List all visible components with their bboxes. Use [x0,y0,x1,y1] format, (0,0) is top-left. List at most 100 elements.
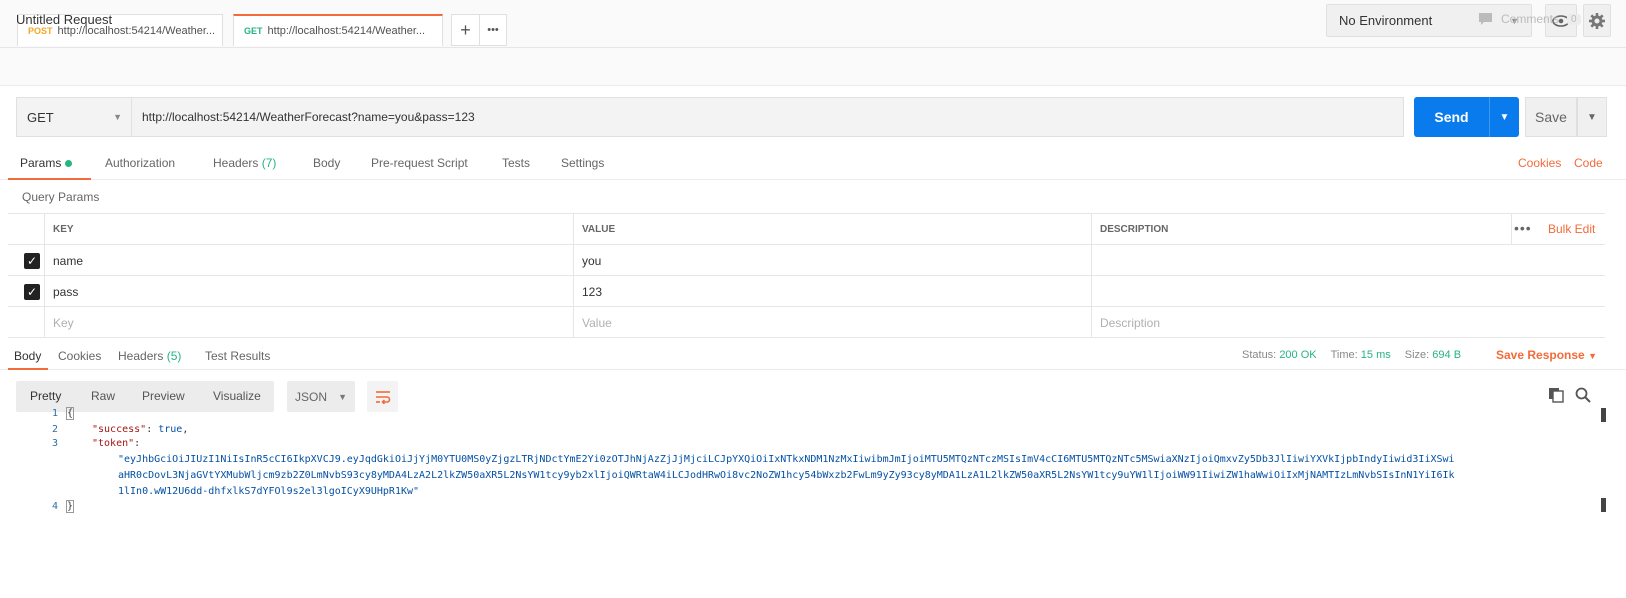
active-tab-indicator [8,368,48,370]
param-key-input[interactable]: name [44,245,573,276]
scrollbar[interactable] [1601,408,1607,580]
view-visualize-button[interactable]: Visualize [213,389,261,403]
table-header-row: KEY VALUE DESCRIPTION [8,214,1605,245]
search-icon[interactable] [1575,387,1591,403]
json-value: "eyJhbGciOiJIUzI1NiIsInR5cCI6IkpXVCJ9.ey… [118,454,1455,465]
scroll-marker [1601,498,1606,512]
tab-tests[interactable]: Tests [502,156,530,170]
wrap-icon [375,390,390,404]
param-value-input[interactable]: you [573,245,1091,276]
plus-icon: + [460,19,471,40]
response-body-code: 1 { 2 "success": true, 3 "token": "eyJhb… [16,407,1596,590]
more-icon[interactable]: ••• [1514,220,1532,236]
json-value: aHR0cDovL3NjaGVtYXMubWljcm9zb2Z0LmNvbS93… [118,470,1455,481]
format-select[interactable]: JSON ▼ [287,381,355,412]
manage-environments-button[interactable] [1583,4,1611,37]
tab-response-body[interactable]: Body [14,349,41,363]
code-link[interactable]: Code [1574,156,1603,170]
view-raw-button[interactable]: Raw [91,389,115,403]
chevron-down-icon: ▼ [1588,351,1597,361]
more-icon: ••• [487,24,499,36]
save-response-button[interactable]: Save Response ▼ [1496,348,1597,362]
response-meta: Status: 200 OK Time: 15 ms Size: 694 B [1242,349,1461,361]
comments-button[interactable]: Comments 0 [1478,12,1581,26]
column-header-description: DESCRIPTION [1091,214,1511,245]
param-description-input[interactable] [1091,245,1605,276]
method-label: GET [244,26,263,36]
cookies-link[interactable]: Cookies [1518,156,1561,170]
url-value: http://localhost:54214/WeatherForecast?n… [142,110,475,124]
chevron-down-icon: ▼ [1587,111,1597,123]
request-title[interactable]: Untitled Request [16,12,112,27]
code-line: "token": [92,438,141,449]
status-value: 200 OK [1279,349,1317,361]
tab-response-headers[interactable]: Headers (5) [118,349,181,363]
param-key-input[interactable]: Key [44,307,573,338]
json-key: "success" [92,424,147,435]
size-info: Size: 694 B [1405,349,1461,361]
query-params-heading: Query Params [22,190,100,204]
tab-options-button[interactable]: ••• [479,14,507,46]
request-tab-get[interactable]: GET http://localhost:54214/Weather... [233,14,443,46]
comments-label: Comments [1501,12,1560,26]
table-row: ✓ pass 123 [8,276,1605,307]
param-description-input[interactable]: Description [1091,307,1605,338]
method-value: GET [27,109,54,125]
environment-label: No Environment [1339,13,1433,28]
save-options-button[interactable]: ▼ [1577,97,1607,137]
tab-params[interactable]: Params [20,156,72,170]
tab-response-cookies[interactable]: Cookies [58,349,101,363]
save-button[interactable]: Save [1525,97,1577,137]
add-tab-button[interactable]: + [451,14,480,46]
method-select[interactable]: GET ▼ [16,97,132,137]
table-row: ✓ name you [8,245,1605,276]
param-description-input[interactable] [1091,276,1605,307]
param-key-input[interactable]: pass [44,276,573,307]
params-table: KEY VALUE DESCRIPTION ✓ name you ✓ pass … [8,213,1605,338]
comment-icon [1479,13,1492,25]
code-line: } [66,500,75,513]
tab-title: http://localhost:54214/Weather... [267,25,426,37]
tab-body[interactable]: Body [313,156,340,170]
format-value: JSON [295,389,328,404]
table-row-new: Key Value Description [8,307,1605,338]
send-options-button[interactable]: ▼ [1489,97,1519,137]
time-value: 15 ms [1360,349,1391,361]
copy-icon[interactable] [1548,387,1564,403]
tab-prerequest-script[interactable]: Pre-request Script [371,156,468,170]
tab-settings[interactable]: Settings [561,156,604,170]
tab-label: Headers [213,156,259,170]
param-value-input[interactable]: 123 [573,276,1091,307]
time-label: Time: [1330,349,1358,361]
column-header-value: VALUE [573,214,1091,245]
param-value-input[interactable]: Value [573,307,1091,338]
chevron-down-icon: ▼ [338,391,347,402]
line-number: 1 [51,408,58,419]
method-label: POST [28,25,53,36]
request-section-tabs: Params Authorization Headers (7) Body Pr… [0,148,1626,180]
tab-headers[interactable]: Headers (7) [213,156,276,170]
status-label: Status: [1242,349,1277,361]
code-line: "success": true, [92,424,189,435]
view-pretty-button[interactable]: Pretty [30,389,61,403]
json-value: 1lIn0.wW12U6dd-dhfxlkS7dYFOl9s2el3lgoICy… [118,486,420,497]
checkbox-checked[interactable]: ✓ [24,284,40,300]
size-value: 694 B [1432,349,1462,361]
bulk-edit-link[interactable]: Bulk Edit [1548,222,1595,236]
size-label: Size: [1404,349,1430,361]
view-preview-button[interactable]: Preview [142,389,185,403]
checkbox-checked[interactable]: ✓ [24,253,40,269]
send-button[interactable]: Send [1414,97,1489,137]
save-response-label: Save Response [1496,348,1585,362]
tab-label: Params [20,156,62,170]
json-value: true [158,424,183,435]
line-number: 3 [51,438,58,449]
status-info: Status: 200 OK [1242,349,1317,361]
chevron-down-icon: ▼ [113,112,122,122]
url-input[interactable]: http://localhost:54214/WeatherForecast?n… [131,97,1404,137]
brace: { [66,407,75,420]
wrap-line-button[interactable] [367,381,398,412]
tab-authorization[interactable]: Authorization [105,156,175,170]
tab-test-results[interactable]: Test Results [205,349,270,363]
code-line: { [66,407,75,420]
